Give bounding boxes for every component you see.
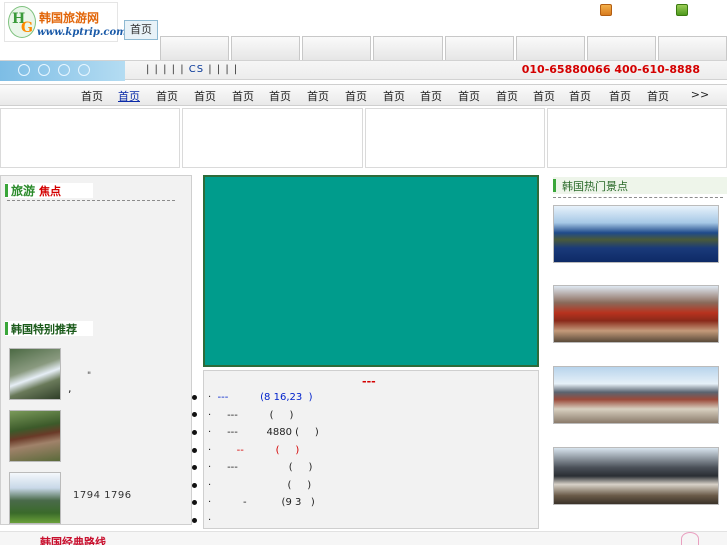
news-list: --- · --- (8 16,23 ) · --- ( ) · --- 488… xyxy=(192,370,539,529)
news-item[interactable]: · --- 4880 ( ) xyxy=(208,427,319,438)
banner-panel[interactable] xyxy=(0,108,181,168)
bullet-icon xyxy=(192,518,197,523)
footer-strip: 韩国经典路线 xyxy=(0,531,727,545)
nav-item[interactable]: 首页 xyxy=(493,88,521,104)
sub-links: | | | | | CS | | | | xyxy=(146,64,238,75)
news-item-text: · xyxy=(208,392,218,403)
hot-spots-title-text: 韩国热门景点 xyxy=(562,179,628,193)
nav-item[interactable]: 首页 xyxy=(266,88,294,104)
nav-item[interactable]: 首页 xyxy=(380,88,408,104)
news-item-link[interactable]: -- ( ) xyxy=(237,445,300,456)
news-item[interactable]: · -- ( ) xyxy=(208,445,299,456)
divider xyxy=(553,197,723,198)
banner-panels xyxy=(0,108,727,168)
recommend-years: 1794 1796 xyxy=(73,490,132,501)
divider xyxy=(7,200,175,201)
nav-item[interactable]: 首页 xyxy=(78,88,106,104)
temple-thumbnail[interactable] xyxy=(9,410,61,462)
main-nav: 首页 首页 首页 首页 首页 首页 首页 首页 首页 首页 首页 首页 首页 首… xyxy=(0,84,727,106)
sub-link-separators[interactable]: | | | | xyxy=(208,64,238,75)
right-column: 韩国热门景点 xyxy=(549,175,727,525)
hanok-roofs-photo[interactable] xyxy=(553,447,719,505)
bullet-icon xyxy=(192,412,197,417)
news-item-link[interactable]: --- (8 16,23 ) xyxy=(218,392,313,403)
top-tab[interactable] xyxy=(657,36,727,60)
bullet-icon xyxy=(192,430,197,435)
news-item[interactable]: · - (9 3 ) xyxy=(208,497,315,508)
logo-emblem: HG xyxy=(8,6,36,38)
nav-item[interactable]: 首页 xyxy=(455,88,483,104)
decorative-swirl-icon xyxy=(681,532,699,545)
nav-item[interactable]: 首页 xyxy=(644,88,672,104)
top-tab[interactable] xyxy=(302,36,372,60)
hot-spots-title: 韩国热门景点 xyxy=(553,177,727,194)
nav-item-active[interactable]: 首页 xyxy=(115,88,143,104)
focus-title-sub: 焦点 xyxy=(39,184,62,198)
nav-more[interactable]: >> xyxy=(686,88,714,101)
fortress-thumbnail[interactable] xyxy=(9,472,61,524)
red-pavilion-photo[interactable] xyxy=(553,285,719,343)
nav-item[interactable]: 首页 xyxy=(229,88,257,104)
sub-link-separators[interactable]: | | | | | xyxy=(146,64,185,75)
recommend-caption: " xyxy=(87,371,92,381)
title-bar xyxy=(5,322,8,335)
banner-panel[interactable] xyxy=(546,108,727,168)
news-heading: --- xyxy=(362,375,376,388)
bullet-icon xyxy=(192,483,197,488)
nav-item[interactable]: 首页 xyxy=(342,88,370,104)
bullet-icon xyxy=(192,395,197,400)
home-icon[interactable] xyxy=(600,4,612,16)
nav-item[interactable]: 首页 xyxy=(191,88,219,104)
news-item[interactable]: · --- ( ) xyxy=(208,462,312,473)
focus-title-main: 旅游 xyxy=(11,184,36,198)
left-column: 旅游 焦点 韩国特别推荐 " , 1794 1796 xyxy=(0,175,192,525)
top-tab[interactable] xyxy=(586,36,656,60)
featured-slideshow[interactable] xyxy=(203,175,539,367)
site-logo[interactable]: HG 韩国旅游网 www.kptrip.com xyxy=(4,2,127,42)
phone-numbers: 010-65880066 400-610-8888 xyxy=(521,63,700,76)
nav-item[interactable]: 首页 xyxy=(417,88,445,104)
favorite-icon[interactable] xyxy=(676,4,688,16)
palace-hall-photo[interactable] xyxy=(553,366,719,424)
top-tab[interactable] xyxy=(373,36,443,60)
cs-link[interactable]: CS xyxy=(189,64,204,75)
news-item[interactable]: · ( ) xyxy=(208,480,311,491)
nav-item[interactable]: 首页 xyxy=(530,88,558,104)
decorative-pattern xyxy=(0,61,125,81)
bullet-icon xyxy=(192,500,197,505)
banner-panel[interactable] xyxy=(364,108,545,168)
top-tab[interactable] xyxy=(444,36,514,60)
nav-item[interactable]: 首页 xyxy=(606,88,634,104)
nav-item[interactable]: 首页 xyxy=(566,88,594,104)
waterfall-thumbnail[interactable] xyxy=(9,348,61,400)
recommend-title-text: 韩国特别推荐 xyxy=(11,322,77,336)
nav-item[interactable]: 首页 xyxy=(304,88,332,104)
nav-item[interactable]: 首页 xyxy=(153,88,181,104)
news-item[interactable]: · xyxy=(208,515,211,526)
logo-url: www.kptrip.com xyxy=(37,27,127,38)
focus-title: 旅游 焦点 xyxy=(5,183,93,198)
classic-routes-title: 韩国经典路线 xyxy=(40,536,106,545)
top-tab[interactable] xyxy=(160,36,230,60)
bullet-icon xyxy=(192,448,197,453)
top-tab[interactable] xyxy=(231,36,301,60)
news-item[interactable]: · --- ( ) xyxy=(208,410,293,421)
tab-home[interactable]: 首页 xyxy=(124,20,158,40)
coastal-island-photo[interactable] xyxy=(553,205,719,263)
top-tabs xyxy=(160,36,727,60)
top-tab[interactable] xyxy=(515,36,585,60)
recommend-title: 韩国特别推荐 xyxy=(5,321,93,336)
news-item[interactable]: · --- (8 16,23 ) xyxy=(208,392,313,403)
sub-bar: | | | | | CS | | | | 010-65880066 400-61… xyxy=(0,60,727,81)
title-bar xyxy=(5,184,8,197)
title-bar xyxy=(553,179,556,192)
logo-title: 韩国旅游网 xyxy=(39,11,100,25)
bullet-icon xyxy=(192,465,197,470)
banner-panel[interactable] xyxy=(182,108,363,168)
news-item-text: · xyxy=(208,445,237,456)
recommend-caption: , xyxy=(68,382,72,395)
